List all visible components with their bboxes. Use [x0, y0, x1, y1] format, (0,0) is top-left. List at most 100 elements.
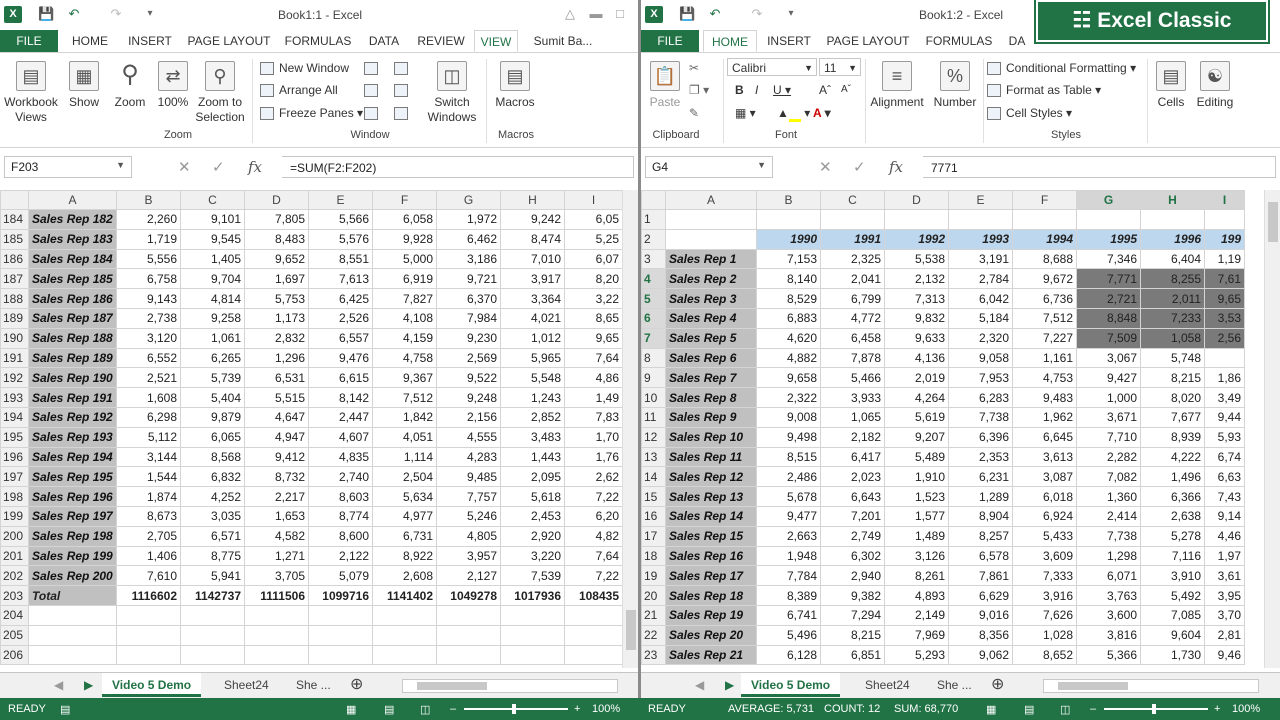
- data-cell[interactable]: 6,265: [180, 347, 245, 369]
- data-cell[interactable]: 9,633: [884, 327, 949, 349]
- data-cell[interactable]: 3,483: [500, 426, 565, 448]
- workbook-views-button[interactable]: ▤ Workbook Views: [2, 61, 60, 125]
- data-cell[interactable]: 1,719: [116, 228, 181, 250]
- tab-file[interactable]: FILE: [641, 30, 699, 52]
- data-cell[interactable]: 5,618: [500, 486, 565, 507]
- data-cell[interactable]: 2,320: [948, 327, 1013, 349]
- rep-name-cell[interactable]: Sales Rep 7: [665, 367, 757, 389]
- empty-cell[interactable]: [28, 604, 117, 626]
- data-cell[interactable]: 3,067: [1076, 347, 1141, 369]
- rep-name-cell[interactable]: Sales Rep 13: [665, 486, 757, 507]
- total-label-cell[interactable]: Total: [28, 585, 117, 606]
- data-cell[interactable]: 9,46: [1204, 644, 1245, 666]
- copy-icon[interactable]: ❐ ▾: [689, 81, 709, 99]
- tab-data[interactable]: DATA: [362, 30, 406, 52]
- data-cell[interactable]: 3,120: [116, 327, 181, 349]
- column-header[interactable]: B: [116, 190, 181, 210]
- data-cell[interactable]: 7,153: [756, 248, 821, 270]
- tab-page-layout[interactable]: PAGE LAYOUT: [823, 30, 913, 52]
- font-name-select[interactable]: Calibri ▼: [727, 58, 817, 76]
- data-cell[interactable]: 7,22: [564, 565, 623, 587]
- data-cell[interactable]: 7,757: [436, 486, 501, 507]
- data-cell[interactable]: 6,63: [1204, 466, 1245, 488]
- data-cell[interactable]: 4,222: [1140, 446, 1205, 468]
- row-header[interactable]: 10: [641, 387, 666, 408]
- data-cell[interactable]: 3,763: [1076, 585, 1141, 606]
- row-header[interactable]: 205: [0, 624, 29, 646]
- data-cell[interactable]: 6,128: [756, 644, 821, 666]
- data-cell[interactable]: 1,577: [884, 505, 949, 527]
- rep-name-cell[interactable]: Sales Rep 5: [665, 327, 757, 349]
- empty-cell[interactable]: [180, 644, 245, 666]
- redo-icon[interactable]: ↷: [108, 6, 124, 22]
- data-cell[interactable]: 6,851: [820, 644, 885, 666]
- data-cell[interactable]: 4,264: [884, 387, 949, 408]
- data-cell[interactable]: 6,20: [564, 505, 623, 527]
- data-cell[interactable]: 4,758: [372, 347, 437, 369]
- data-cell[interactable]: 7,677: [1140, 406, 1205, 428]
- empty-cell[interactable]: [756, 209, 821, 230]
- data-cell[interactable]: 5,079: [308, 565, 373, 587]
- data-cell[interactable]: 6,741: [756, 604, 821, 626]
- data-cell[interactable]: 7,861: [948, 565, 1013, 587]
- data-cell[interactable]: 3,61: [1204, 565, 1245, 587]
- data-cell[interactable]: 1,012: [500, 327, 565, 349]
- rep-name-cell[interactable]: Sales Rep 10: [665, 426, 757, 448]
- data-cell[interactable]: 1,972: [436, 209, 501, 230]
- restore-icon[interactable]: □: [612, 6, 628, 22]
- data-cell[interactable]: 6,552: [116, 347, 181, 369]
- data-cell[interactable]: 7,313: [884, 288, 949, 309]
- data-cell[interactable]: 5,678: [756, 486, 821, 507]
- data-cell[interactable]: 5,112: [116, 426, 181, 448]
- editing-button[interactable]: ☯ Editing: [1195, 61, 1235, 110]
- scroll-left-icon[interactable]: ◀: [44, 673, 73, 697]
- data-cell[interactable]: 7,878: [820, 347, 885, 369]
- enter-icon[interactable]: ✓: [212, 158, 225, 176]
- data-cell[interactable]: 1,948: [756, 545, 821, 567]
- data-cell[interactable]: 7,984: [436, 307, 501, 329]
- data-cell[interactable]: 3,49: [1204, 387, 1245, 408]
- data-cell[interactable]: 3,70: [1204, 604, 1245, 626]
- row-header[interactable]: 190: [0, 327, 29, 349]
- data-cell[interactable]: 2,920: [500, 525, 565, 547]
- data-cell[interactable]: 6,417: [820, 446, 885, 468]
- empty-cell[interactable]: [884, 209, 949, 230]
- zoom-out-icon[interactable]: –: [1090, 703, 1096, 715]
- redo-icon[interactable]: ↷: [749, 6, 765, 22]
- data-cell[interactable]: 9,230: [436, 327, 501, 349]
- view-side-by-side-button[interactable]: [394, 59, 413, 77]
- row-header[interactable]: 203: [0, 585, 29, 606]
- data-cell[interactable]: 4,772: [820, 307, 885, 329]
- data-cell[interactable]: 9,65: [1204, 288, 1245, 309]
- row-header[interactable]: 7: [641, 327, 666, 349]
- sheet-tab[interactable]: Sheet24: [855, 673, 920, 697]
- row-header[interactable]: 201: [0, 545, 29, 567]
- row-header[interactable]: 202: [0, 565, 29, 587]
- data-cell[interactable]: 4,814: [180, 288, 245, 309]
- data-cell[interactable]: 9,498: [756, 426, 821, 448]
- data-cell[interactable]: 3,53: [1204, 307, 1245, 329]
- data-cell[interactable]: 3,144: [116, 446, 181, 468]
- data-cell[interactable]: 5,366: [1076, 644, 1141, 666]
- data-cell[interactable]: 2,217: [244, 486, 309, 507]
- page-layout-view-icon[interactable]: ▤: [1024, 703, 1034, 716]
- data-cell[interactable]: 1,86: [1204, 367, 1245, 389]
- data-cell[interactable]: 7,64: [564, 545, 623, 567]
- data-cell[interactable]: 9,207: [884, 426, 949, 448]
- font-size-select[interactable]: 11 ▼: [819, 58, 861, 76]
- data-cell[interactable]: 7,43: [1204, 486, 1245, 507]
- data-cell[interactable]: 4,893: [884, 585, 949, 606]
- sheet-tab[interactable]: She ...: [927, 673, 982, 697]
- data-cell[interactable]: 2,414: [1076, 505, 1141, 527]
- undo-icon[interactable]: ↶: [707, 6, 723, 22]
- ribbon-options-icon[interactable]: △: [562, 6, 578, 22]
- scroll-thumb[interactable]: [1058, 682, 1128, 690]
- data-cell[interactable]: 2,011: [1140, 288, 1205, 309]
- data-cell[interactable]: 4,86: [564, 367, 623, 389]
- total-cell[interactable]: 1049278: [436, 585, 501, 606]
- reset-position-button[interactable]: [394, 104, 413, 122]
- column-header[interactable]: F: [372, 190, 437, 210]
- rep-name-cell[interactable]: Sales Rep 182: [28, 209, 117, 230]
- data-cell[interactable]: 2,852: [500, 406, 565, 428]
- data-cell[interactable]: 9,477: [756, 505, 821, 527]
